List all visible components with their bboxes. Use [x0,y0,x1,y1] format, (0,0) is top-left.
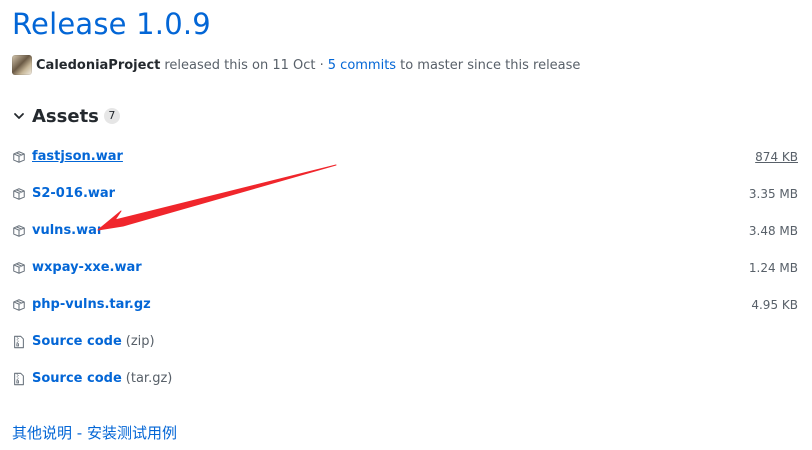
commits-tail-text: to master since this release [400,57,581,73]
asset-size: 1.24 MB [748,260,798,275]
assets-header[interactable]: Assets 7 [12,104,120,128]
asset-link[interactable]: Source code [32,334,122,349]
package-icon [13,224,25,237]
release-meta: CaledoniaProject released this on 11 Oct… [12,54,580,76]
released-text: released this on 11 Oct · [164,57,324,73]
asset-row: php-vulns.tar.gz 4.95 KB [12,286,798,323]
asset-link[interactable]: php-vulns.tar.gz [32,297,151,312]
assets-title: Assets [32,105,99,127]
package-icon [13,187,25,200]
asset-row: wxpay-xxe.war 1.24 MB [12,249,798,286]
asset-format: (zip) [125,334,155,349]
asset-format: (tar.gz) [125,371,173,386]
asset-row: Source code (zip) [12,323,798,360]
asset-size: 874 KB [755,149,798,164]
commits-link[interactable]: 5 commits [328,58,396,73]
asset-link[interactable]: S2-016.war [32,186,115,201]
file-zip-icon [14,372,24,385]
notes-link[interactable]: 其他说明 - 安装测试用例 [12,422,177,443]
file-zip-icon [14,335,24,348]
asset-row: fastjson.war 874 KB [12,138,798,175]
author-avatar[interactable] [12,55,32,75]
asset-size: 3.35 MB [748,186,798,201]
asset-size: 3.48 MB [748,223,798,238]
package-icon [13,150,25,163]
author-link[interactable]: CaledoniaProject [36,58,160,73]
chevron-down-icon [14,113,24,119]
package-icon [13,261,25,274]
release-title[interactable]: Release 1.0.9 [12,4,211,44]
asset-link[interactable]: vulns.war [32,223,103,238]
asset-row: Source code (tar.gz) [12,360,798,397]
asset-list: fastjson.war 874 KB S2-016.war 3.35 MB v… [12,138,798,397]
package-icon [13,298,25,311]
assets-count-badge: 7 [103,108,120,124]
asset-link[interactable]: fastjson.war [32,149,123,164]
asset-row: vulns.war 3.48 MB [12,212,798,249]
asset-link[interactable]: wxpay-xxe.war [32,260,142,275]
asset-link[interactable]: Source code [32,371,122,386]
asset-row: S2-016.war 3.35 MB [12,175,798,212]
asset-size: 4.95 KB [751,297,798,312]
